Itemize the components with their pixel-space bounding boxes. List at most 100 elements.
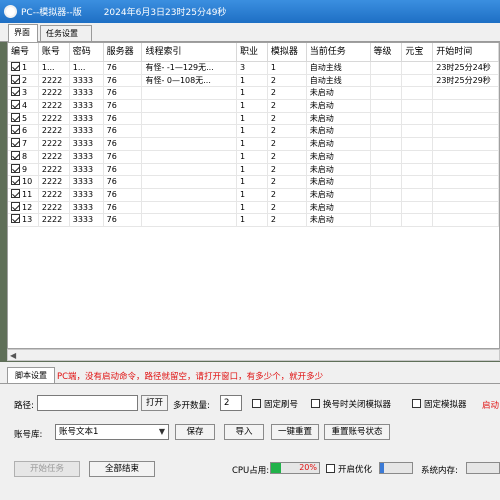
column-header[interactable]: 密码 [70,43,104,61]
column-header[interactable]: 模拟器 [268,43,307,61]
table-row[interactable]: 12 2222 3333 76 1 2 未启动 [8,201,499,215]
table-cell [142,112,238,125]
optimize-slider[interactable] [379,462,413,474]
checkbox-icon [252,399,261,408]
column-header[interactable]: 服务器 [104,43,143,61]
table-cell [433,87,499,100]
row-checkbox[interactable] [11,125,20,135]
row-checkbox[interactable] [11,163,20,173]
table-cell [142,125,238,138]
optimize-checkbox[interactable]: 开启优化 [326,463,372,475]
table-row[interactable]: 3 2222 3333 76 1 2 未启动 [8,87,499,101]
account-db-label: 账号库: [14,430,43,440]
table-row[interactable]: 5 2222 3333 76 1 2 未启动 [8,112,499,126]
row-checkbox[interactable] [11,112,20,122]
row-checkbox[interactable] [11,150,20,160]
save-button[interactable]: 保存 [175,424,215,440]
table-cell: 1... [70,62,104,74]
column-header[interactable]: 元宝 [402,43,434,61]
table-cell [142,87,238,100]
close-on-switch-checkbox[interactable]: 换号时关闭模拟器 [311,398,391,410]
table-row[interactable]: 2 2222 3333 76 有怪- 0—108无... 1 2 自动主线 23时25分29秒 [8,74,499,88]
table-cell [371,176,403,188]
table-cell: 有怪- -1—129无... [142,62,238,74]
tab-script-settings[interactable]: 脚本设置 [7,367,55,383]
optimize-slider-thumb[interactable] [380,463,384,473]
table-row[interactable]: 10 2222 3333 76 1 2 未启动 [8,176,499,189]
row-checkbox[interactable] [11,87,20,97]
row-number: 4 [22,101,28,111]
table-row[interactable]: 8 2222 3333 76 1 2 未启动 [8,150,499,164]
table-cell: 2222 [39,150,70,163]
end-all-button[interactable]: 全部结束 [89,461,155,477]
table-cell: 1 [237,176,268,188]
table-row[interactable]: 7 2222 3333 76 1 2 未启动 [8,138,499,151]
table-cell [402,201,434,214]
table-cell: 2 [8,74,39,87]
memory-label: 系统内存: [421,466,458,476]
fixed-account-label: 固定刷号 [264,400,299,410]
table-row[interactable]: 13 2222 3333 76 1 2 未启动 [8,214,499,227]
table-cell [402,163,434,176]
table-row[interactable]: 4 2222 3333 76 1 2 未启动 [8,100,499,113]
table-cell: 10 [8,176,39,188]
column-header[interactable]: 编号 [8,43,39,61]
table-cell: 23时25分29秒 [433,74,499,87]
reset-status-button[interactable]: 重置账号状态 [324,424,390,440]
table-cell: 未启动 [307,201,371,214]
tab-main[interactable]: 界面 [8,24,38,42]
table-cell: 2 [268,74,307,87]
table-cell: 3 [8,87,39,100]
table-cell: 1 [237,201,268,214]
row-number: 7 [22,139,28,149]
table-row[interactable]: 6 2222 3333 76 1 2 未启动 [8,125,499,139]
cpu-label: CPU占用: [232,466,270,476]
chevron-down-icon: ▼ [158,427,165,436]
row-checkbox[interactable] [11,138,20,148]
table-cell: 12 [8,201,39,214]
tab-task-settings[interactable]: 任务设置 [40,25,92,41]
open-button[interactable]: 打开 [141,395,168,411]
row-checkbox[interactable] [11,201,20,211]
divider [0,383,500,384]
column-header[interactable]: 线程索引 [142,43,238,61]
table-row[interactable]: 9 2222 3333 76 1 2 未启动 [8,163,499,177]
column-header[interactable]: 开始时间 [433,43,499,61]
column-header[interactable]: 账号 [39,43,70,61]
row-checkbox[interactable] [11,188,20,198]
cpu-usage-value: 20% [299,463,317,472]
account-db-value: 账号文本1 [59,427,99,437]
scroll-left-icon[interactable]: ◀ [10,351,16,360]
table-cell: 2 [268,188,307,201]
table-cell: 1 [237,163,268,176]
start-label: 启动 [482,401,500,411]
column-header[interactable]: 当前任务 [307,43,371,61]
count-input[interactable]: 2 [220,395,242,411]
import-button[interactable]: 导入 [224,424,264,440]
column-header[interactable]: 职业 [237,43,268,61]
row-checkbox[interactable] [11,214,20,224]
cpu-usage-fill [271,463,281,473]
start-task-button[interactable]: 开始任务 [14,461,80,477]
table-cell: 3333 [70,201,104,214]
row-number: 13 [22,215,33,225]
table-cell: 1 [237,214,268,226]
account-db-select[interactable]: 账号文本1 ▼ [55,424,169,440]
fixed-emulator-checkbox[interactable]: 固定模拟器 [412,398,467,410]
horizontal-scrollbar[interactable]: ◀ [7,349,500,361]
table-cell [371,138,403,150]
table-cell: 76 [104,150,143,163]
row-checkbox[interactable] [11,176,20,186]
row-checkbox[interactable] [11,100,20,110]
fixed-account-checkbox[interactable]: 固定刷号 [252,398,298,410]
path-input[interactable] [37,395,138,411]
reset-button[interactable]: 一键重置 [271,424,319,440]
table-row[interactable]: 11 2222 3333 76 1 2 未启动 [8,188,499,202]
table-row[interactable]: 1 1... 1... 76 有怪- -1—129无... 3 1 自动主线 23时25分24秒 [8,62,499,75]
row-number: 10 [22,177,33,187]
row-checkbox[interactable] [11,74,20,84]
column-header[interactable]: 等级 [371,43,403,61]
table-cell: 2222 [39,188,70,201]
row-checkbox[interactable] [11,62,20,71]
grid-header: 编号 账号 密码 服务器 线程索引 职业 模拟器 当前任务 等级 元宝 开始时间 [8,43,499,62]
